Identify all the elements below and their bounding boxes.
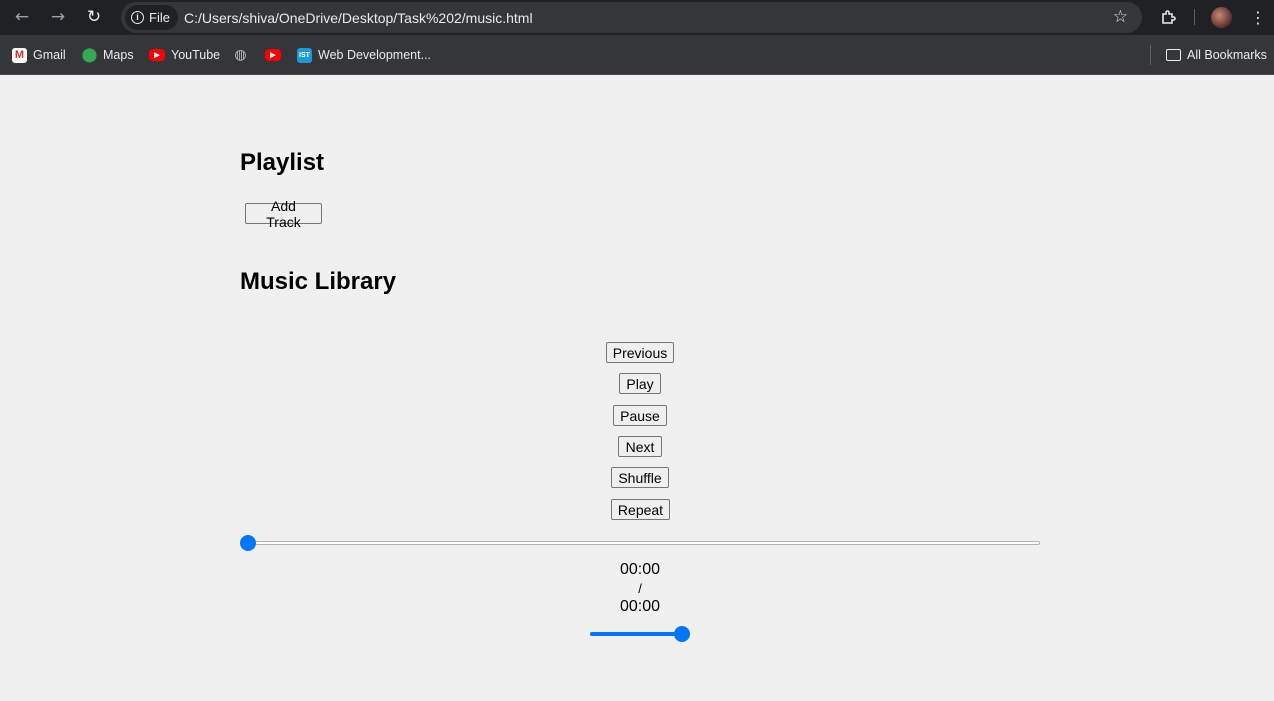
site-info-chip[interactable]: i File <box>125 5 178 30</box>
previous-button[interactable]: Previous <box>606 342 674 363</box>
reload-icon[interactable]: ↻ <box>81 5 107 29</box>
current-time: 00:00 <box>619 561 661 578</box>
maps-icon: ⬤ <box>81 47 98 63</box>
play-button[interactable]: Play <box>619 373 661 394</box>
progress-track <box>240 541 1040 545</box>
repeat-button[interactable]: Repeat <box>611 499 670 520</box>
url-text[interactable]: C:/Users/shiva/OneDrive/Desktop/Task%202… <box>184 10 533 26</box>
bookmarks-bar: M Gmail ⬤ Maps ▶ YouTube ◍ ▶ IST Web Dev… <box>0 35 1274 75</box>
bookmark-gmail[interactable]: M Gmail <box>12 46 66 64</box>
bookmark-label: Web Development... <box>318 48 432 62</box>
address-bar[interactable]: i File C:/Users/shiva/OneDrive/Desktop/T… <box>121 2 1142 33</box>
bookmark-youtube[interactable]: ▶ YouTube <box>149 46 220 64</box>
all-bookmarks-button[interactable]: All Bookmarks <box>1166 46 1267 64</box>
bookmark-globe[interactable]: ◍ <box>233 46 248 64</box>
browser-toolbar: ← → ↻ i File C:/Users/shiva/OneDrive/Des… <box>0 0 1274 35</box>
volume-fill <box>590 632 682 636</box>
folder-icon <box>1166 49 1181 61</box>
gmail-icon: M <box>12 47 27 63</box>
back-arrow-icon[interactable]: ← <box>9 5 35 29</box>
volume-thumb[interactable] <box>674 626 690 642</box>
extensions-icon[interactable] <box>1157 5 1181 29</box>
toolbar-divider <box>1194 9 1195 25</box>
bookmark-maps[interactable]: ⬤ Maps <box>82 46 134 64</box>
ist-icon: IST <box>297 47 312 63</box>
shuffle-button[interactable]: Shuffle <box>611 467 669 488</box>
bookmark-star-icon[interactable]: ☆ <box>1113 7 1128 27</box>
time-separator: / <box>638 581 642 596</box>
bookmarks-divider <box>1150 45 1151 65</box>
forward-arrow-icon[interactable]: → <box>45 5 71 29</box>
profile-avatar[interactable] <box>1211 7 1232 28</box>
bookmark-label: Gmail <box>33 48 66 62</box>
all-bookmarks-label: All Bookmarks <box>1187 48 1267 62</box>
youtube-icon: ▶ <box>265 49 281 61</box>
progress-thumb[interactable] <box>240 535 256 551</box>
duration-time: 00:00 <box>619 598 661 615</box>
globe-icon: ◍ <box>234 47 247 63</box>
menu-kebab-icon[interactable]: ⋮ <box>1246 5 1270 29</box>
pause-button[interactable]: Pause <box>613 405 667 426</box>
playlist-heading: Playlist <box>240 149 325 176</box>
next-button[interactable]: Next <box>618 436 662 457</box>
bookmark-web-development[interactable]: IST Web Development... <box>297 46 431 64</box>
site-info-label: File <box>149 10 170 25</box>
info-icon: i <box>131 11 144 24</box>
music-library-heading: Music Library <box>240 268 397 295</box>
add-track-button[interactable]: Add Track <box>245 198 322 230</box>
youtube-icon: ▶ <box>149 49 165 61</box>
bookmark-label: Maps <box>103 48 134 62</box>
bookmark-youtube-2[interactable]: ▶ <box>265 46 281 64</box>
bookmark-label: YouTube <box>171 48 221 62</box>
